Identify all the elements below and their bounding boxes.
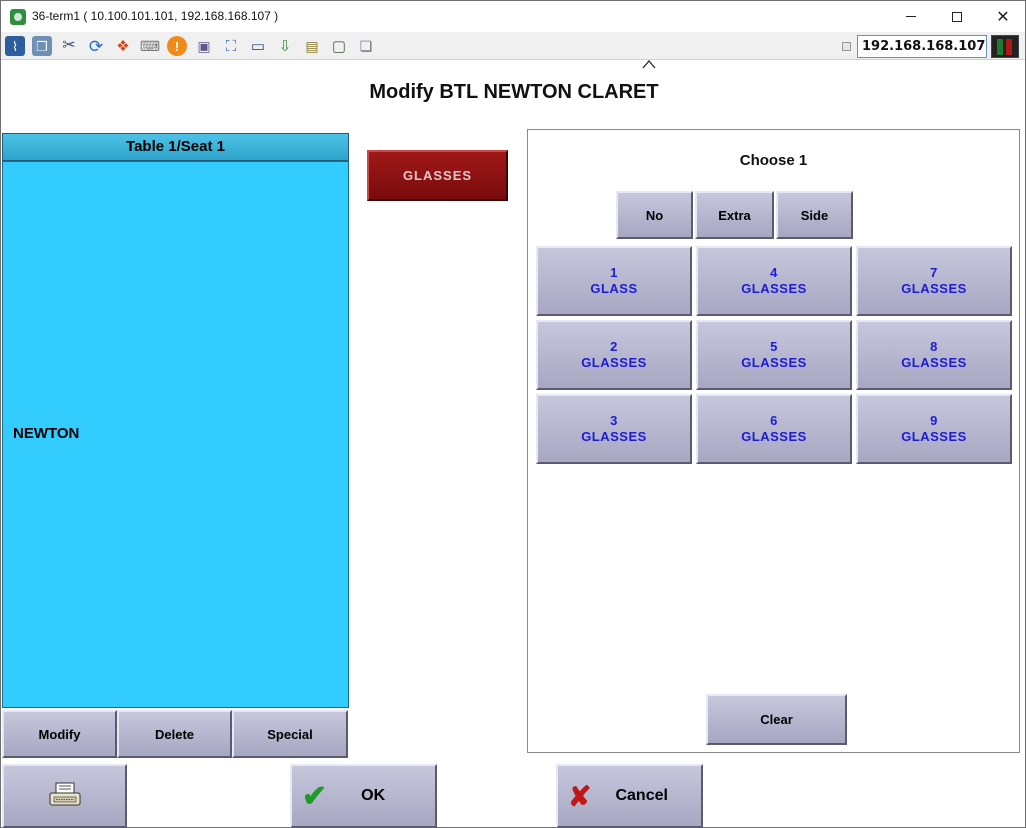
- clear-button[interactable]: Clear: [706, 694, 847, 745]
- option-2-glasses-button[interactable]: 2 GLASSES: [536, 320, 692, 390]
- cancel-x-icon: ✘: [568, 780, 592, 812]
- option-7-glasses-button[interactable]: 7 GLASSES: [856, 246, 1012, 316]
- option-number: 5: [770, 339, 778, 354]
- chat-icon[interactable]: ❏: [356, 36, 376, 56]
- refresh-icon[interactable]: ⟳: [86, 36, 106, 56]
- close-button[interactable]: ✕: [980, 1, 1026, 32]
- option-4-glasses-button[interactable]: 4 GLASSES: [696, 246, 852, 316]
- side-modifier-button[interactable]: Side: [776, 191, 853, 239]
- option-3-glasses-button[interactable]: 3 GLASSES: [536, 394, 692, 464]
- option-number: 8: [930, 339, 938, 354]
- option-number: 2: [610, 339, 618, 354]
- ok-button[interactable]: ✔ OK: [290, 764, 437, 828]
- minimize-icon: [906, 16, 916, 17]
- connection-status-icon: [991, 35, 1019, 58]
- option-unit: GLASSES: [741, 429, 807, 444]
- minimize-button[interactable]: [888, 1, 934, 32]
- printer-icon: [49, 782, 80, 806]
- option-6-glasses-button[interactable]: 6 GLASSES: [696, 394, 852, 464]
- option-number: 9: [930, 413, 938, 428]
- choose-label: Choose 1: [739, 152, 808, 169]
- app-icon: [10, 9, 26, 25]
- option-unit: GLASSES: [901, 281, 967, 296]
- title-bar: 36-term1 ( 10.100.101.101, 192.168.168.1…: [1, 1, 1025, 32]
- option-unit: GLASSES: [741, 355, 807, 370]
- glasses-category-button[interactable]: GLASSES: [367, 150, 508, 201]
- modify-button[interactable]: Modify: [2, 710, 117, 758]
- tools-icon[interactable]: ✂: [59, 36, 79, 56]
- window-title: 36-term1 ( 10.100.101.101, 192.168.168.1…: [32, 9, 279, 23]
- option-number: 1: [610, 265, 618, 280]
- application-window: 36-term1 ( 10.100.101.101, 192.168.168.1…: [0, 0, 1026, 828]
- page-title-text: Modify BTL NEWTON CLARET: [369, 81, 659, 103]
- option-5-glasses-button[interactable]: 5 GLASSES: [696, 320, 852, 390]
- ip-address-field[interactable]: 192.168.168.107: [857, 35, 987, 58]
- option-number: 6: [770, 413, 778, 428]
- option-number: 7: [930, 265, 938, 280]
- monitor-icon[interactable]: ▭: [248, 36, 268, 56]
- download-icon[interactable]: ⇩: [275, 36, 295, 56]
- toolbar-toggle[interactable]: [842, 42, 851, 51]
- order-item[interactable]: NEWTON: [13, 425, 79, 442]
- special-button[interactable]: Special: [232, 710, 348, 758]
- option-number: 4: [770, 265, 778, 280]
- windows-icon[interactable]: ❐: [32, 36, 52, 56]
- option-9-glasses-button[interactable]: 9 GLASSES: [856, 394, 1012, 464]
- screen-icon[interactable]: ▢: [329, 36, 349, 56]
- print-button[interactable]: [2, 764, 127, 828]
- option-number: 3: [610, 413, 618, 428]
- no-modifier-button[interactable]: No: [616, 191, 693, 239]
- keyboard-icon[interactable]: ⌨: [140, 36, 160, 56]
- alert-icon[interactable]: !: [167, 36, 187, 56]
- cancel-button[interactable]: ✘ Cancel: [556, 764, 703, 828]
- windows-logo-icon[interactable]: ❖: [113, 36, 133, 56]
- option-unit: GLASSES: [581, 429, 647, 444]
- fullscreen-icon[interactable]: ⛶: [221, 36, 241, 56]
- checkmark-icon: ✔: [302, 779, 328, 813]
- delete-button[interactable]: Delete: [117, 710, 232, 758]
- page-title: Modify BTL NEWTON CLARET: [1, 81, 1026, 104]
- ok-label: OK: [361, 787, 386, 804]
- activity-icon[interactable]: ⌇: [5, 36, 25, 56]
- toolbar: ⌇ ❐ ✂ ⟳ ❖ ⌨ ! ▣ ⛶ ▭ ⇩ ▤ ▢ ❏ 192.168.168.…: [1, 32, 1025, 60]
- cancel-label: Cancel: [615, 787, 668, 804]
- extra-modifier-button[interactable]: Extra: [695, 191, 774, 239]
- maximize-icon: [952, 11, 962, 22]
- option-1-glass-button[interactable]: 1 GLASS: [536, 246, 692, 316]
- seat-header: Table 1/Seat 1: [2, 133, 349, 161]
- option-unit: GLASSES: [741, 281, 807, 296]
- close-icon: ✕: [996, 8, 1010, 26]
- notepad-icon[interactable]: ▤: [302, 36, 322, 56]
- network-icon[interactable]: ▣: [194, 36, 214, 56]
- option-8-glasses-button[interactable]: 8 GLASSES: [856, 320, 1012, 390]
- option-unit: GLASSES: [901, 355, 967, 370]
- option-unit: GLASS: [590, 281, 638, 296]
- option-unit: GLASSES: [901, 429, 967, 444]
- collapse-caret-icon[interactable]: [642, 59, 656, 69]
- maximize-button[interactable]: [934, 1, 980, 32]
- option-unit: GLASSES: [581, 355, 647, 370]
